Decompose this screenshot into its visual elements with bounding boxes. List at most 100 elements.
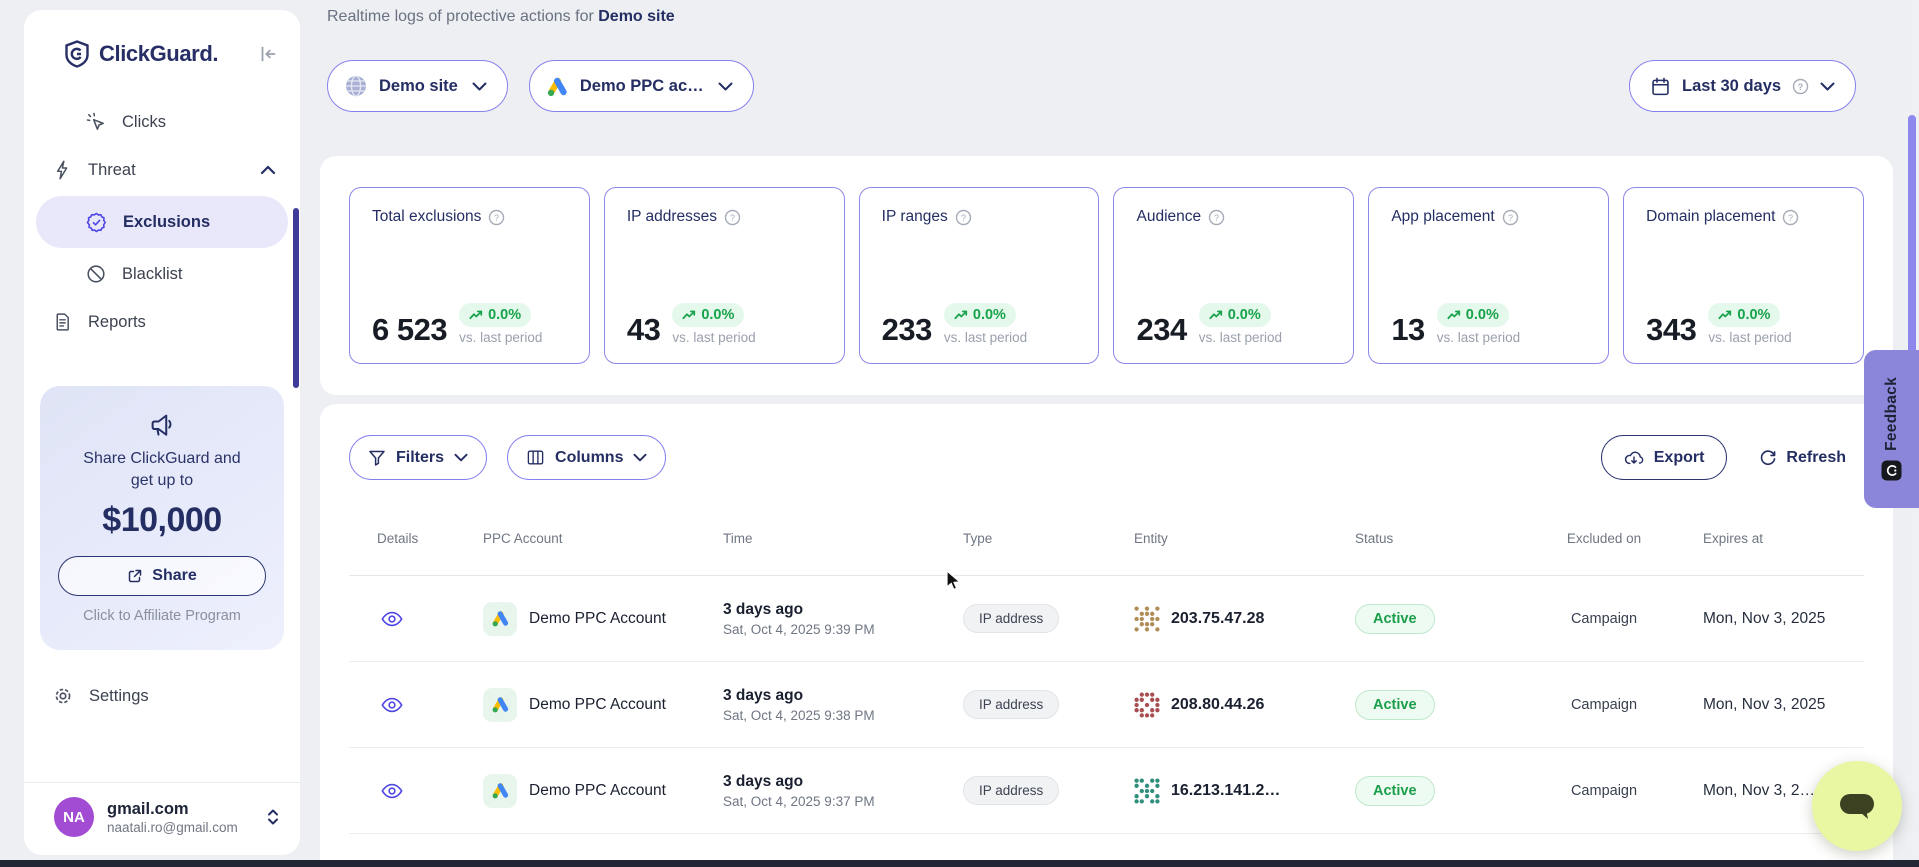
date-range-selector[interactable]: Last 30 days ? [1629, 60, 1856, 112]
stat-label: IP ranges [882, 208, 948, 226]
stat-value: 233 [882, 314, 932, 345]
type-badge: IP address [963, 604, 1059, 633]
table-row: Demo PPC Account 3 days ago Sat, Oct 4, … [349, 662, 1864, 748]
cursor-click-icon [85, 111, 107, 133]
sidebar-collapse-icon[interactable] [258, 44, 278, 64]
export-label: Export [1654, 449, 1705, 467]
stat-card: Domain placement ? 343 0.0% vs. last per… [1623, 187, 1864, 364]
external-link-icon [127, 568, 143, 584]
affiliate-promo-card[interactable]: Share ClickGuard and get up to $10,000 S… [40, 386, 284, 650]
stat-change-sub: vs. last period [944, 330, 1027, 345]
column-header: Time [709, 530, 949, 560]
site-selector[interactable]: Demo site [327, 60, 508, 112]
chevron-down-icon [718, 82, 733, 91]
help-icon[interactable]: ? [1502, 209, 1519, 226]
details-eye-button[interactable] [381, 611, 459, 627]
ppc-account-selector[interactable]: Demo PPC ac… [529, 60, 754, 112]
filters-button[interactable]: Filters [349, 435, 487, 480]
refresh-label: Refresh [1786, 449, 1846, 467]
status-badge: Active [1355, 776, 1435, 806]
sidebar-item-reports[interactable]: Reports [24, 298, 300, 346]
sidebar-item-label: Blacklist [122, 265, 183, 284]
stat-label: Total exclusions [372, 208, 481, 226]
sidebar-item-exclusions[interactable]: Exclusions [36, 196, 288, 248]
entity-identicon [1134, 778, 1160, 804]
export-button[interactable]: Export [1601, 435, 1728, 480]
clickguard-logo-icon [64, 40, 90, 68]
help-icon[interactable]: ? [955, 209, 972, 226]
help-icon[interactable]: ? [1792, 78, 1809, 95]
sidebar-item-label: Reports [88, 313, 146, 332]
help-icon[interactable]: ? [488, 209, 505, 226]
avatar: NA [54, 797, 94, 837]
excluded-on-value: Campaign [1539, 611, 1669, 627]
stat-card: Total exclusions ? 6 523 0.0% vs. last p… [349, 187, 590, 364]
stat-change-value: 0.0% [1737, 307, 1770, 323]
table-header: Details PPC Account Time Type Entity Sta… [349, 514, 1864, 576]
chat-bubble-icon [1834, 788, 1880, 824]
time-absolute: Sat, Oct 4, 2025 9:38 PM [723, 708, 949, 723]
trend-up-icon [682, 310, 696, 320]
globe-icon [344, 74, 368, 98]
stat-label: App placement [1391, 208, 1494, 226]
column-header: PPC Account [459, 530, 709, 560]
status-badge: Active [1355, 604, 1435, 634]
ppc-account-name: Demo PPC Account [529, 782, 666, 800]
chevron-up-icon [260, 165, 276, 175]
sidebar-item-clicks[interactable]: Clicks [24, 98, 300, 146]
expires-at-value: Mon, Nov 3, 2025 [1669, 610, 1864, 628]
details-eye-button[interactable] [381, 783, 459, 799]
ppc-account-icon [483, 774, 517, 808]
time-relative: 3 days ago [723, 601, 949, 619]
stat-change-pill: 0.0% [944, 303, 1016, 327]
time-absolute: Sat, Oct 4, 2025 9:39 PM [723, 622, 949, 637]
sidebar-item-threat[interactable]: Threat [24, 146, 300, 194]
status-badge: Active [1355, 690, 1435, 720]
stats-panel: Total exclusions ? 6 523 0.0% vs. last p… [320, 156, 1893, 395]
stat-value: 43 [627, 314, 660, 345]
stat-change-pill: 0.0% [1437, 303, 1509, 327]
site-selector-value: Demo site [379, 77, 458, 96]
svg-text:?: ? [494, 213, 499, 223]
column-header: Entity [1114, 530, 1334, 560]
stat-value: 234 [1136, 314, 1186, 345]
stat-label: Audience [1136, 208, 1201, 226]
help-icon[interactable]: ? [724, 209, 741, 226]
svg-text:?: ? [730, 213, 735, 223]
stat-label: Domain placement [1646, 208, 1775, 226]
chat-launcher-button[interactable] [1812, 761, 1902, 851]
svg-text:?: ? [1508, 213, 1513, 223]
stat-value: 343 [1646, 314, 1696, 345]
sidebar-scrollbar-thumb[interactable] [293, 208, 299, 388]
user-account[interactable]: NA gmail.com naatali.ro@gmail.com [24, 782, 300, 855]
help-icon[interactable]: ? [1782, 209, 1799, 226]
column-header: Details [349, 530, 459, 560]
columns-icon [526, 448, 545, 467]
stats-row: Total exclusions ? 6 523 0.0% vs. last p… [349, 187, 1864, 364]
select-caret-icon [266, 807, 280, 827]
stat-change-pill: 0.0% [1199, 303, 1271, 327]
sidebar-nav: Clicks Threat Exclusions [24, 98, 300, 346]
stat-change-pill: 0.0% [672, 303, 744, 327]
sidebar-item-blacklist[interactable]: Blacklist [24, 250, 300, 298]
affiliate-link[interactable]: Click to Affiliate Program [40, 608, 284, 624]
share-button[interactable]: Share [58, 556, 266, 596]
feedback-tab[interactable]: Feedback [1864, 350, 1919, 508]
user-name: gmail.com [107, 800, 238, 819]
chevron-down-icon [1820, 82, 1835, 91]
time-relative: 3 days ago [723, 687, 949, 705]
stat-value: 13 [1391, 314, 1424, 345]
details-eye-button[interactable] [381, 697, 459, 713]
sidebar-item-settings[interactable]: Settings [24, 672, 300, 720]
column-header: Type [949, 530, 1114, 560]
share-label: Share [152, 567, 196, 585]
refresh-button[interactable]: Refresh [1749, 435, 1856, 480]
ppc-account-name: Demo PPC Account [529, 696, 666, 714]
help-icon[interactable]: ? [1208, 209, 1225, 226]
calendar-icon [1650, 76, 1671, 97]
sidebar: ClickGuard. Clicks Threat [24, 10, 300, 855]
columns-button[interactable]: Columns [507, 435, 666, 480]
ban-icon [85, 263, 107, 285]
stat-card: IP ranges ? 233 0.0% vs. last period [859, 187, 1100, 364]
chevron-down-icon [633, 453, 647, 462]
